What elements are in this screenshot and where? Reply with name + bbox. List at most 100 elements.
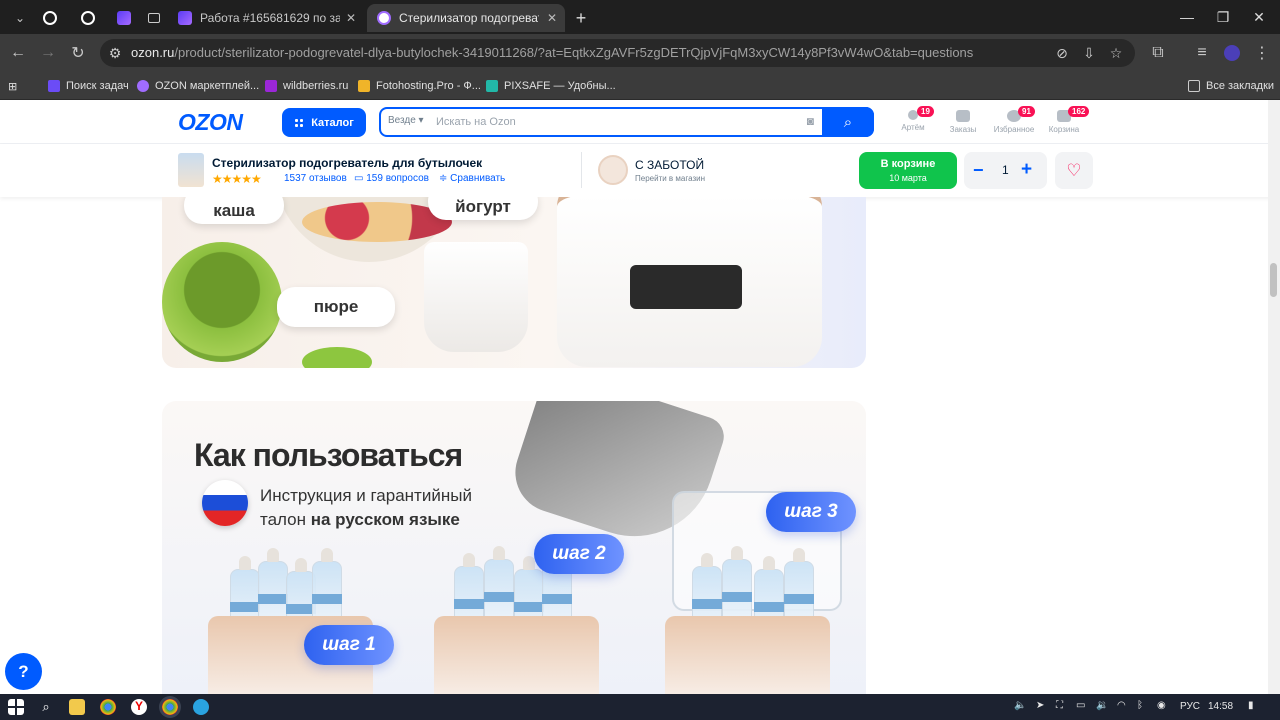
image-heading: Как пользоваться: [194, 437, 463, 473]
new-tab-button[interactable]: +: [567, 4, 595, 32]
header-favorites[interactable]: 91 Избранное: [988, 106, 1040, 134]
chrome-tray-icon[interactable]: ◉: [1157, 700, 1166, 711]
ozon-logo[interactable]: OZON: [178, 109, 243, 136]
bookmark-favicon-icon: [358, 80, 370, 92]
seller-logo[interactable]: [598, 155, 628, 185]
bookmarks-bar: ⊞ Поиск задач OZON маркетплей... wildber…: [0, 72, 1280, 100]
ozon-favicon-icon: [81, 11, 95, 25]
search-scope-label: Везде: [388, 115, 416, 126]
header-cart[interactable]: 162 Корзина: [1038, 106, 1090, 134]
tab-list-button[interactable]: ⌄: [6, 4, 34, 32]
clock[interactable]: 14:58: [1208, 701, 1233, 712]
u-favicon-icon: [178, 11, 192, 25]
questions-link[interactable]: ▭ 159 вопросов: [354, 173, 429, 184]
tab-pinned-1[interactable]: [36, 4, 64, 32]
tab-pinned-2[interactable]: [74, 4, 102, 32]
search-input[interactable]: [436, 114, 796, 130]
address-bar[interactable]: ⚙ ozon.ru/product/sterilizator-podogreva…: [100, 39, 1135, 67]
in-cart-button[interactable]: В корзине 10 марта: [859, 152, 957, 189]
search-icon[interactable]: ⌕: [38, 699, 54, 715]
baby-bottle: [722, 546, 752, 621]
reviews-link[interactable]: 1537 отзывов: [284, 173, 347, 184]
language-indicator[interactable]: РУС: [1180, 701, 1200, 712]
product-thumbnail[interactable]: [178, 153, 204, 187]
help-button[interactable]: ?: [5, 653, 42, 690]
search-button[interactable]: ⌕: [822, 107, 874, 137]
reload-icon[interactable]: ↻: [68, 43, 88, 63]
header-profile[interactable]: 19 Артём: [887, 106, 939, 132]
yogurt-cup: [424, 242, 528, 352]
step-2-badge: шаг 2: [534, 534, 624, 574]
close-icon[interactable]: ✕: [547, 11, 557, 25]
all-bookmarks[interactable]: Все закладки: [1188, 77, 1274, 95]
page-scrollbar[interactable]: [1268, 100, 1280, 694]
tab-work-order[interactable]: Работа #165681629 по заказу ✕: [170, 4, 364, 32]
bookmark-5[interactable]: PIXSAFE — Удобны...: [486, 77, 616, 95]
telegram-tray-icon[interactable]: ➤: [1036, 700, 1044, 711]
browser-toolbar: ← → ↻ ⚙ ozon.ru/product/sterilizator-pod…: [0, 34, 1280, 72]
profile-avatar[interactable]: [1222, 43, 1242, 63]
install-app-icon[interactable]: ⇩: [1080, 44, 1098, 62]
notifications-icon[interactable]: ▮: [1248, 700, 1254, 711]
tab-pinned-3[interactable]: [110, 4, 138, 32]
chevron-down-icon: ⌄: [14, 11, 26, 25]
instruction-bold: на русском языке: [310, 510, 460, 529]
url-text[interactable]: ozon.ru/product/sterilizator-podogrevate…: [131, 45, 973, 60]
search-scope-select[interactable]: Везде ▾: [388, 115, 424, 126]
tab-pinned-4[interactable]: [140, 4, 168, 32]
seller-name[interactable]: С ЗАБОТОЙ: [635, 158, 704, 172]
bookmark-1[interactable]: Поиск задач: [48, 77, 129, 95]
product-image-food: каша йогурт пюре: [162, 197, 866, 368]
search-icon: ⌕: [843, 113, 853, 131]
bookmark-2[interactable]: OZON маркетплей...: [137, 77, 259, 95]
telegram-icon[interactable]: [193, 699, 209, 715]
chrome-active-icon[interactable]: [162, 699, 178, 715]
quantity-value: 1: [1002, 163, 1009, 177]
bluetooth-icon[interactable]: ᛒ: [1137, 700, 1143, 711]
start-icon[interactable]: [8, 699, 24, 715]
questions-label: 159 вопросов: [366, 173, 429, 184]
extensions-icon[interactable]: ⧉: [1148, 43, 1168, 63]
u-favicon-icon: [117, 11, 131, 25]
apps-icon[interactable]: ⊞: [8, 77, 17, 95]
camera-icon[interactable]: ◙: [807, 114, 814, 128]
file-explorer-icon[interactable]: [69, 699, 85, 715]
decrease-button[interactable]: −: [973, 160, 984, 181]
heart-icon: ♡: [1066, 160, 1082, 180]
search-box: Везде ▾ ◙ ⌕: [379, 107, 874, 137]
bookmark-star-icon[interactable]: ☆: [1107, 44, 1125, 62]
volume-icon[interactable]: 🔈: [1014, 700, 1026, 711]
menu-icon[interactable]: ⋮: [1252, 43, 1272, 63]
folder-icon: [1188, 80, 1200, 92]
forward-icon[interactable]: →: [38, 43, 58, 63]
close-icon[interactable]: ✕: [346, 11, 356, 25]
bookmark-4[interactable]: Fotohosting.Pro - Ф...: [358, 77, 481, 95]
media-icon[interactable]: ≡: [1192, 43, 1212, 63]
chrome-icon[interactable]: [100, 699, 116, 715]
product-title[interactable]: Стерилизатор подогреватель для бутылочек: [212, 156, 482, 170]
wifi-icon[interactable]: ◠: [1117, 700, 1126, 711]
favorite-button[interactable]: ♡: [1055, 152, 1093, 189]
back-icon[interactable]: ←: [8, 43, 28, 63]
header-orders[interactable]: Заказы: [937, 110, 989, 134]
bookmark-favicon-icon: [48, 80, 60, 92]
site-info-icon[interactable]: ⚙: [106, 44, 124, 62]
header-icon-label: Заказы: [949, 125, 977, 134]
close-window-icon[interactable]: ✕: [1236, 0, 1280, 34]
speaker-icon[interactable]: 🔉: [1096, 700, 1108, 711]
increase-button[interactable]: +: [1021, 159, 1032, 181]
yandex-icon[interactable]: Y: [131, 699, 147, 715]
compare-link[interactable]: ≑ Сравнивать: [439, 173, 505, 184]
eye-off-icon[interactable]: ⊘: [1053, 44, 1071, 62]
catalog-button[interactable]: Каталог: [282, 108, 366, 137]
bookmark-3[interactable]: wildberries.ru: [265, 77, 348, 95]
screen-capture-icon[interactable]: ⛶: [1056, 700, 1063, 711]
seller-store-link[interactable]: Перейти в магазин: [635, 174, 705, 183]
label-porridge: каша: [184, 197, 284, 224]
step-3-badge: шаг 3: [766, 492, 856, 532]
network-share-icon[interactable]: ▭: [1076, 700, 1085, 711]
tab-sterilizer[interactable]: Стерилизатор подогреватель д ✕: [367, 4, 565, 32]
favorites-badge: 91: [1018, 106, 1035, 117]
scrollbar-thumb[interactable]: [1270, 263, 1277, 297]
bookmark-label: OZON маркетплей...: [155, 80, 260, 92]
